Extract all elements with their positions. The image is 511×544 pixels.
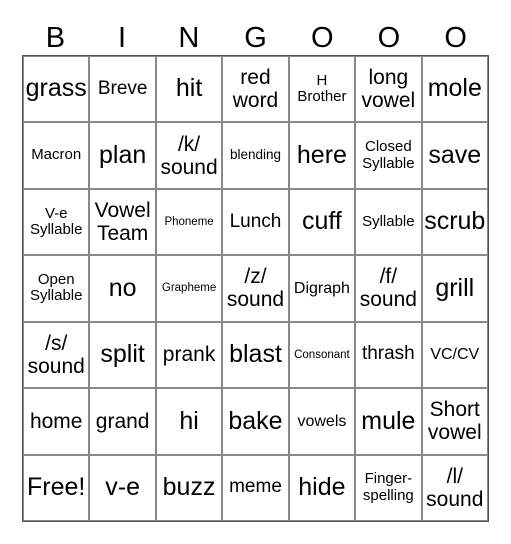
bingo-cell[interactable]: home — [23, 388, 90, 455]
bingo-cell[interactable]: /z/ sound — [222, 255, 289, 322]
bingo-cell[interactable]: bake — [222, 388, 289, 455]
bingo-cell[interactable]: v-e — [89, 454, 156, 521]
bingo-cell[interactable]: cuff — [288, 188, 356, 256]
bingo-cell[interactable]: split — [89, 321, 156, 389]
header-letter: G — [244, 22, 267, 54]
bingo-cell[interactable]: /l/ sound — [421, 454, 488, 521]
header-letter: O — [377, 22, 401, 54]
bingo-cell[interactable]: hit — [155, 56, 223, 123]
bingo-cell[interactable]: buzz — [155, 454, 223, 521]
bingo-cell[interactable]: no — [89, 255, 156, 322]
header-letter: O — [310, 22, 334, 54]
bingo-header: BINGOOO — [22, 20, 489, 56]
bingo-grid: grass Breve hit red word H Brother long vowel… — [22, 55, 489, 522]
bingo-cell[interactable]: Short vowel — [421, 388, 488, 455]
bingo-cell[interactable]: blending — [222, 122, 289, 189]
bingo-cell[interactable]: Syllable — [355, 188, 422, 256]
bingo-cell[interactable]: V-e Syllable — [23, 188, 90, 256]
bingo-cell[interactable]: red word — [222, 56, 289, 123]
bingo-cell[interactable]: VC/CV — [421, 321, 488, 389]
bingo-cell[interactable]: vowels — [288, 388, 356, 455]
bingo-cell[interactable]: long vowel — [355, 56, 422, 123]
bingo-cell[interactable]: grand — [89, 388, 156, 455]
bingo-cell[interactable]: Phoneme — [155, 188, 223, 256]
header-letter: B — [45, 22, 66, 54]
bingo-cell[interactable]: Macron — [23, 122, 90, 189]
bingo-cell[interactable]: hide — [288, 454, 356, 521]
header-letter: I — [118, 22, 127, 54]
bingo-cell[interactable]: hi — [155, 388, 223, 455]
bingo-cell[interactable]: Finger- spelling — [355, 454, 422, 521]
bingo-cell[interactable]: here — [288, 122, 356, 189]
bingo-cell[interactable]: Grapheme — [155, 255, 223, 322]
bingo-cell[interactable]: scrub — [421, 188, 488, 256]
bingo-cell[interactable]: grass — [23, 56, 90, 123]
bingo-cell[interactable]: mole — [421, 56, 488, 123]
bingo-cell[interactable]: Closed Syllable — [355, 122, 422, 189]
bingo-cell[interactable]: blast — [222, 321, 289, 389]
bingo-cell[interactable]: prank — [155, 321, 223, 389]
free-space-cell[interactable]: Free! — [23, 454, 90, 521]
header-letter: O — [444, 22, 467, 54]
bingo-cell[interactable]: Vowel Team — [89, 188, 156, 256]
bingo-cell[interactable]: mule — [355, 388, 422, 455]
bingo-cell[interactable]: grill — [421, 255, 488, 322]
bingo-cell[interactable]: H Brother — [288, 56, 356, 123]
bingo-cell[interactable]: Digraph — [288, 255, 356, 322]
bingo-cell[interactable]: meme — [222, 454, 289, 521]
bingo-cell[interactable]: thrash — [355, 321, 422, 389]
bingo-cell[interactable]: Lunch — [222, 188, 289, 256]
bingo-cell[interactable]: plan — [89, 122, 156, 189]
bingo-cell[interactable]: /k/ sound — [155, 122, 223, 189]
bingo-cell[interactable]: Open Syllable — [23, 255, 90, 322]
bingo-cell[interactable]: Consonant — [288, 321, 356, 389]
header-letter: N — [178, 22, 200, 54]
bingo-cell[interactable]: /s/ sound — [23, 321, 90, 389]
bingo-cell[interactable]: /f/ sound — [355, 255, 422, 322]
bingo-cell[interactable]: Breve — [89, 56, 156, 123]
bingo-cell[interactable]: save — [421, 122, 488, 189]
